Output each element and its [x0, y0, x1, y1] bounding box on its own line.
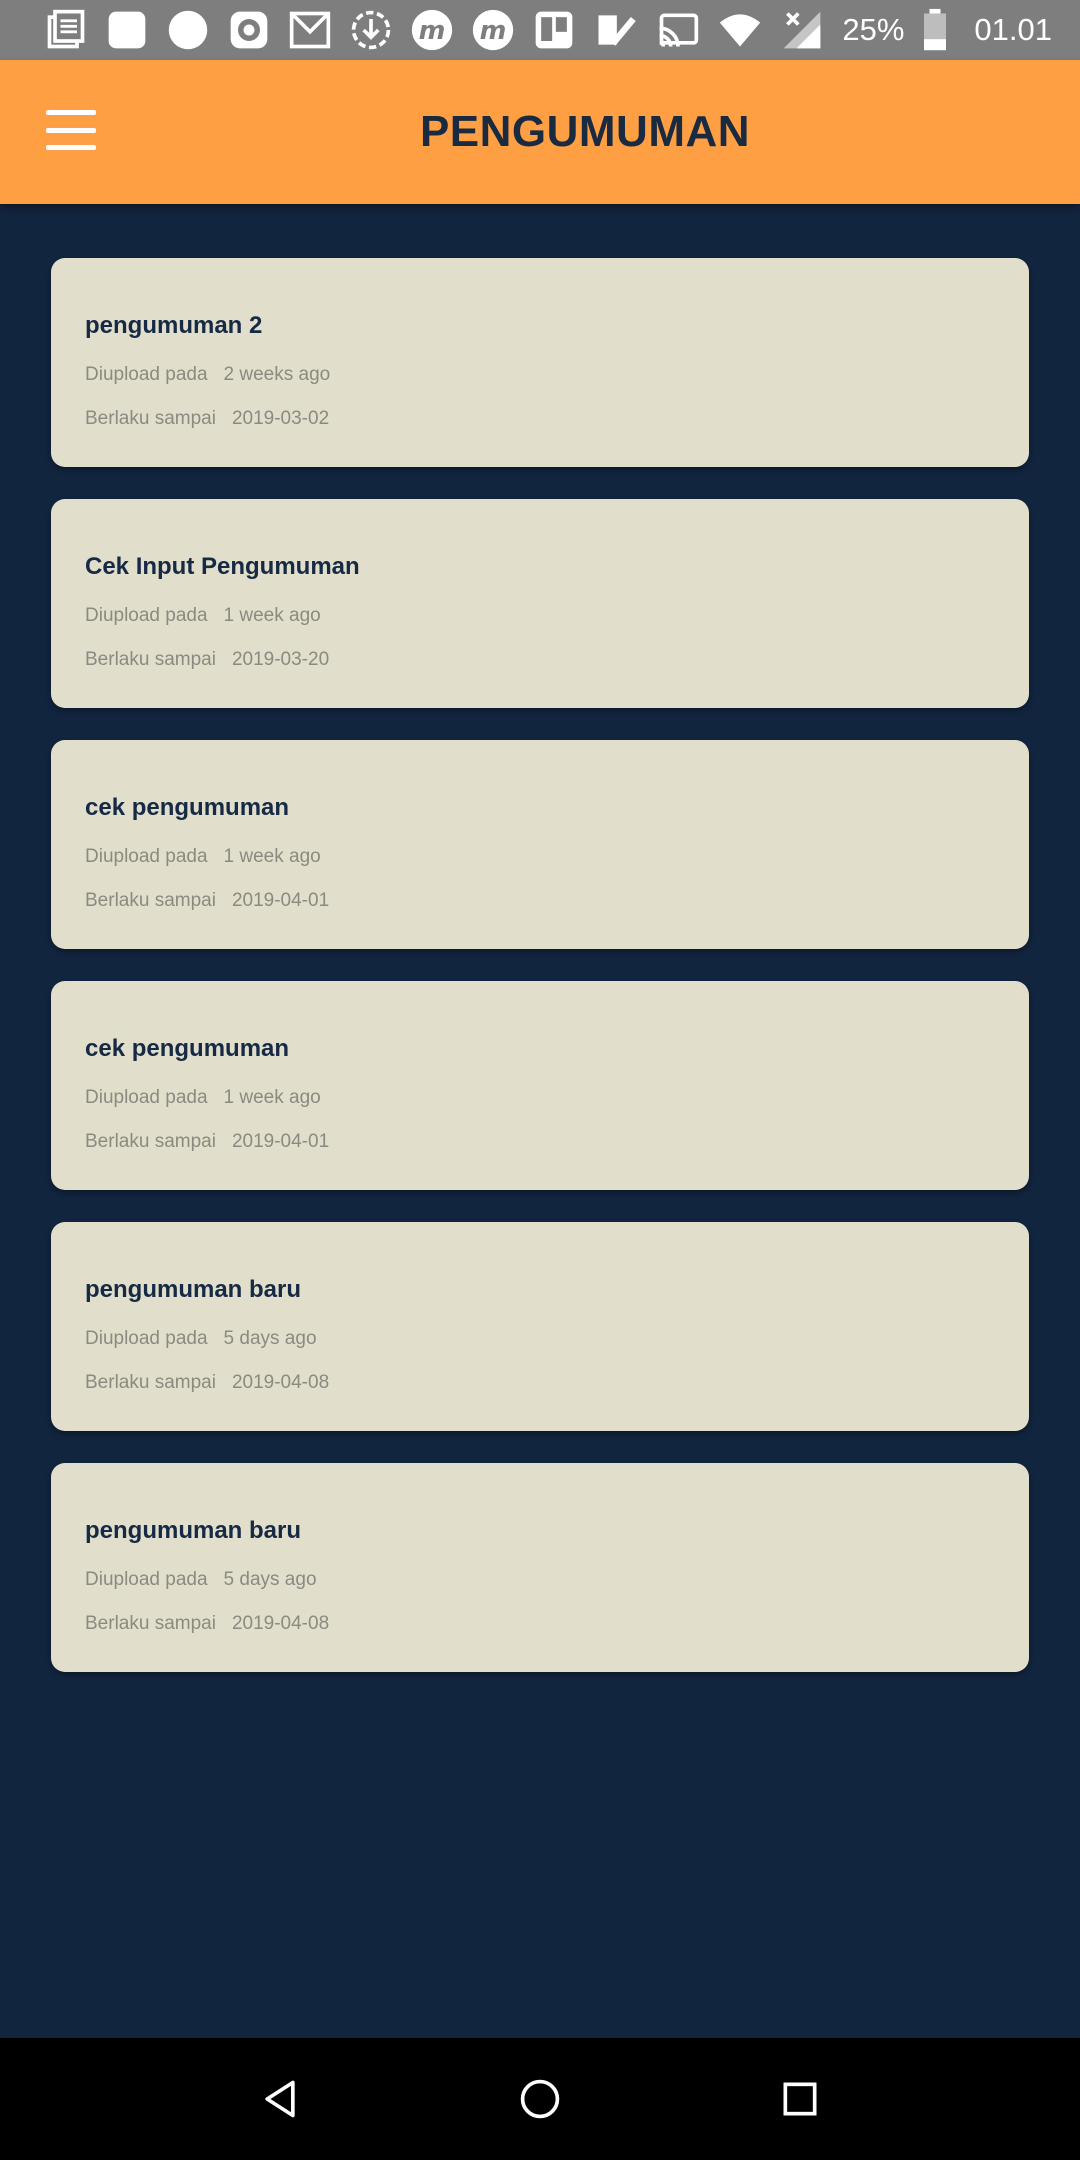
- upload-label: Diupload pada: [85, 364, 208, 385]
- upload-value: 5 days ago: [223, 1328, 317, 1349]
- phone-screen: m m 25% 01.01 PENGUMUMAN pengumuman 2 Di…: [0, 0, 1080, 2160]
- valid-until-label: Berlaku sampai: [85, 1131, 216, 1152]
- upload-label: Diupload pada: [85, 1328, 208, 1349]
- system-icons: 25% 01.01: [656, 8, 1052, 52]
- upload-label: Diupload pada: [85, 846, 208, 867]
- upload-info: Diupload pada 1 week ago: [85, 846, 321, 868]
- square-app-icon: [105, 8, 149, 52]
- valid-until-value: 2019-04-08: [231, 1613, 330, 1634]
- upload-info: Diupload pada 2 weeks ago: [85, 364, 330, 386]
- valid-until-label: Berlaku sampai: [85, 1372, 216, 1393]
- valid-until-label: Berlaku sampai: [85, 649, 216, 670]
- page-title: PENGUMUMAN: [419, 107, 751, 156]
- upload-value: 1 week ago: [223, 1087, 321, 1108]
- valid-until-value: 2019-04-08: [231, 1372, 330, 1393]
- valid-until-info: Berlaku sampai 2019-04-08: [85, 1372, 329, 1394]
- upload-value: 5 days ago: [223, 1569, 317, 1590]
- valid-until-info: Berlaku sampai 2019-03-20: [85, 649, 329, 671]
- news-icon: [44, 8, 88, 52]
- m-app-icon: m: [410, 8, 454, 52]
- trello-icon: [532, 8, 576, 52]
- upload-info: Diupload pada 1 week ago: [85, 1087, 321, 1109]
- valid-until-info: Berlaku sampai 2019-04-08: [85, 1613, 329, 1635]
- upload-value: 1 week ago: [223, 605, 321, 626]
- announcement-card[interactable]: pengumuman 2 Diupload pada 2 weeks ago B…: [51, 258, 1029, 467]
- valid-until-value: 2019-03-20: [231, 649, 330, 670]
- valid-until-value: 2019-03-02: [231, 408, 330, 429]
- navigation-bar: [0, 2038, 1080, 2160]
- hamburger-icon: [46, 110, 96, 115]
- back-button[interactable]: [250, 2069, 310, 2129]
- valid-until-label: Berlaku sampai: [85, 1613, 216, 1634]
- check-app-icon: [593, 8, 637, 52]
- back-triangle-icon: [265, 2080, 295, 2118]
- cast-icon: [656, 8, 700, 52]
- status-bar: m m 25% 01.01: [0, 0, 1080, 60]
- announcement-card[interactable]: pengumuman baru Diupload pada 5 days ago…: [51, 1222, 1029, 1431]
- m-app-icon: m: [471, 8, 515, 52]
- clock: 01.01: [974, 12, 1052, 47]
- app-bar: PENGUMUMAN: [0, 60, 1080, 204]
- download-icon: [349, 8, 393, 52]
- upload-info: Diupload pada 5 days ago: [85, 1328, 317, 1350]
- home-button[interactable]: [510, 2069, 570, 2129]
- wifi-icon: [718, 8, 762, 52]
- upload-label: Diupload pada: [85, 605, 208, 626]
- home-circle-icon: [520, 2079, 560, 2119]
- valid-until-value: 2019-04-01: [231, 1131, 330, 1152]
- announcement-title: pengumuman 2: [85, 312, 263, 339]
- announcement-title: pengumuman baru: [85, 1276, 302, 1303]
- upload-label: Diupload pada: [85, 1087, 208, 1108]
- signal-icon: [780, 8, 824, 52]
- announcement-title: cek pengumuman: [85, 1035, 290, 1062]
- valid-until-value: 2019-04-01: [231, 890, 330, 911]
- valid-until-info: Berlaku sampai 2019-04-01: [85, 890, 329, 912]
- announcement-title: pengumuman baru: [85, 1517, 302, 1544]
- announcement-card[interactable]: pengumuman baru Diupload pada 5 days ago…: [51, 1463, 1029, 1672]
- recents-button[interactable]: [770, 2069, 830, 2129]
- upload-label: Diupload pada: [85, 1569, 208, 1590]
- announcement-card[interactable]: cek pengumuman Diupload pada 1 week ago …: [51, 981, 1029, 1190]
- upload-info: Diupload pada 1 week ago: [85, 605, 321, 627]
- valid-until-info: Berlaku sampai 2019-03-02: [85, 408, 329, 430]
- upload-value: 2 weeks ago: [223, 364, 331, 385]
- upload-info: Diupload pada 5 days ago: [85, 1569, 317, 1591]
- circle-app-icon: [166, 8, 210, 52]
- menu-button[interactable]: [46, 110, 96, 150]
- svg-text:m: m: [419, 16, 446, 46]
- valid-until-label: Berlaku sampai: [85, 890, 216, 911]
- svg-text:m: m: [480, 16, 507, 46]
- upload-value: 1 week ago: [223, 846, 321, 867]
- announcement-title: Cek Input Pengumuman: [85, 553, 360, 580]
- battery-percent: 25%: [842, 12, 905, 47]
- recents-square-icon: [783, 2082, 817, 2116]
- announcement-card[interactable]: Cek Input Pengumuman Diupload pada 1 wee…: [51, 499, 1029, 708]
- battery-icon: [922, 8, 948, 52]
- valid-until-info: Berlaku sampai 2019-04-01: [85, 1131, 329, 1153]
- valid-until-label: Berlaku sampai: [85, 408, 216, 429]
- announcement-card[interactable]: cek pengumuman Diupload pada 1 week ago …: [51, 740, 1029, 949]
- gmail-icon: [288, 8, 332, 52]
- disc-icon: [227, 8, 271, 52]
- announcement-title: cek pengumuman: [85, 794, 290, 821]
- notification-icons: m m: [44, 8, 637, 52]
